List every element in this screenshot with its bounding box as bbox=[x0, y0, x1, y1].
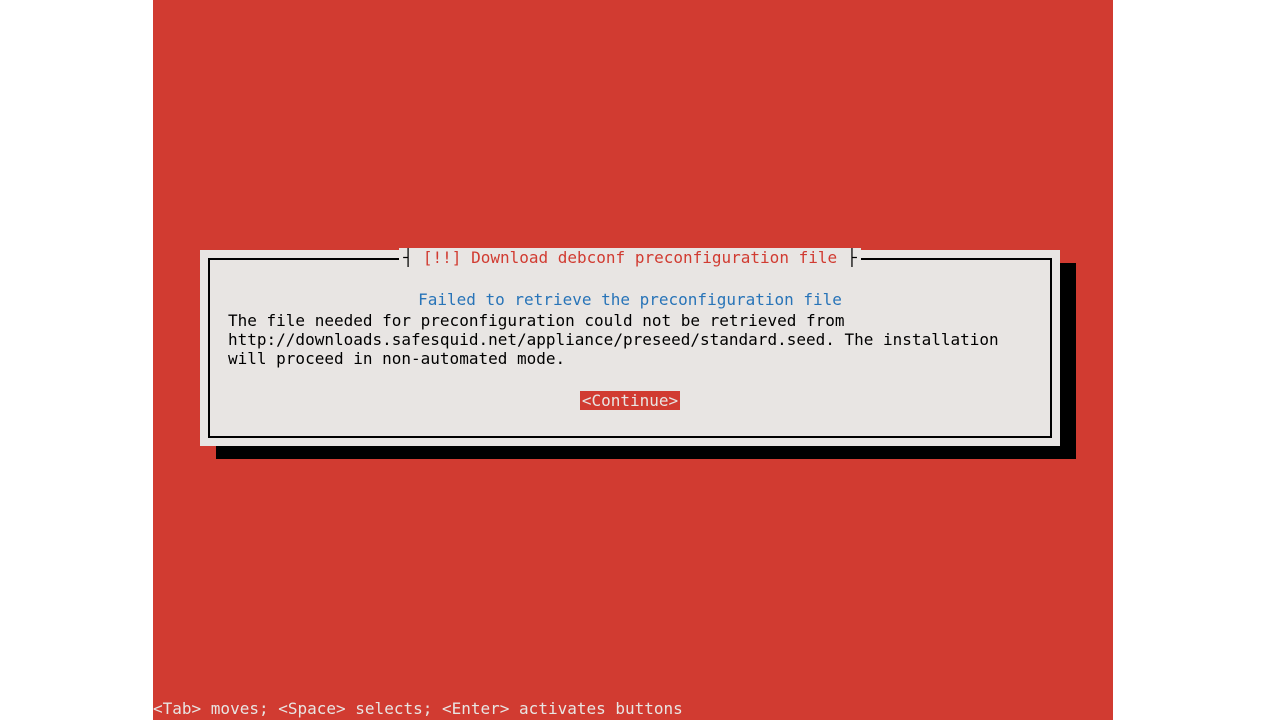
button-row: <Continue> bbox=[220, 391, 1040, 410]
title-bracket-left: ┤ bbox=[399, 248, 417, 267]
status-bar: <Tab> moves; <Space> selects; <Enter> ac… bbox=[153, 697, 1113, 720]
dialog-border: ┤[!!] Download debconf preconfiguration … bbox=[208, 258, 1052, 438]
dialog-box: ┤[!!] Download debconf preconfiguration … bbox=[200, 250, 1060, 446]
error-message: The file needed for preconfiguration cou… bbox=[220, 311, 1040, 369]
dialog-title: [!!] Download debconf preconfiguration f… bbox=[417, 248, 843, 267]
title-prefix: [!!] bbox=[423, 248, 462, 267]
error-heading: Failed to retrieve the preconfiguration … bbox=[220, 290, 1040, 309]
title-text: Download debconf preconfiguration file bbox=[471, 248, 837, 267]
dialog-title-wrap: ┤[!!] Download debconf preconfiguration … bbox=[210, 248, 1050, 267]
continue-button[interactable]: <Continue> bbox=[580, 391, 680, 410]
title-bracket-right: ├ bbox=[843, 248, 861, 267]
